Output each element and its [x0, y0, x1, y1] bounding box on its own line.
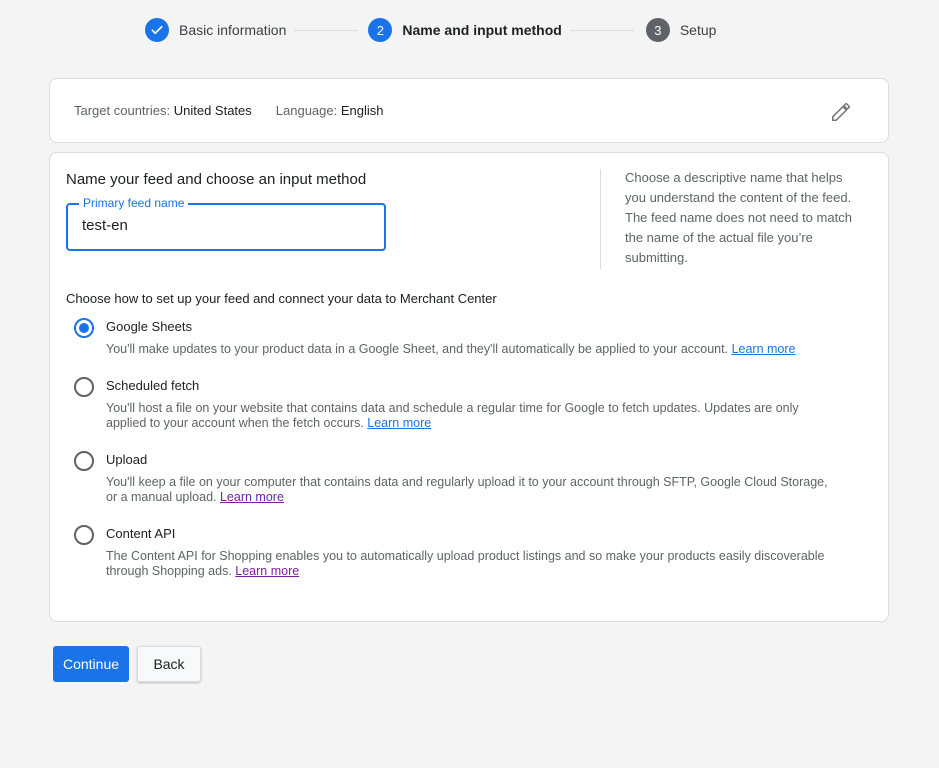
option-label: Content API — [106, 526, 176, 541]
radio-upload[interactable] — [74, 451, 94, 471]
option-description: You'll keep a file on your computer that… — [106, 475, 836, 505]
step-connector — [294, 29, 359, 31]
step-number-badge: 3 — [645, 18, 670, 42]
target-countries-label: Target countries: — [74, 103, 171, 118]
learn-more-link[interactable]: Learn more — [220, 490, 284, 504]
feed-setup-card: Name your feed and choose an input metho… — [49, 152, 889, 622]
option-description-text: The Content API for Shopping enables you… — [106, 549, 825, 578]
step-label: Basic information — [179, 22, 287, 38]
learn-more-link[interactable]: Learn more — [235, 564, 299, 578]
option-description: You'll host a file on your website that … — [106, 401, 836, 431]
step-name-and-input-method: 2 Name and input method — [368, 18, 562, 42]
language-label: Language: — [275, 103, 338, 118]
learn-more-link[interactable]: Learn more — [367, 416, 431, 430]
radio-scheduled-fetch[interactable] — [74, 377, 94, 397]
option-label: Scheduled fetch — [106, 378, 200, 393]
primary-feed-name-label: Primary feed name — [79, 196, 189, 210]
primary-feed-name-input[interactable] — [82, 217, 372, 234]
option-description-text: You'll host a file on your website that … — [106, 401, 799, 430]
summary-card: Target countries: United States Language… — [49, 78, 889, 143]
option-description: You'll make updates to your product data… — [106, 342, 836, 357]
step-setup: 3 Setup — [645, 18, 717, 42]
radio-content-api[interactable] — [74, 525, 94, 545]
option-description: The Content API for Shopping enables you… — [106, 549, 836, 579]
input-method-title: Choose how to set up your feed and conne… — [66, 291, 497, 306]
target-countries-value: United States — [173, 103, 252, 118]
option-description-text: You'll keep a file on your computer that… — [106, 475, 828, 504]
continue-button[interactable]: Continue — [53, 646, 129, 682]
step-connector — [569, 29, 634, 31]
step-basic-information: Basic information — [145, 18, 286, 42]
stepper: Basic information 2 Name and input metho… — [145, 18, 716, 42]
step-number-badge: 2 — [368, 18, 393, 42]
language: Language: English — [276, 103, 384, 118]
summary-row: Target countries: United States Language… — [74, 103, 384, 118]
step-label: Name and input method — [402, 22, 562, 38]
vertical-divider — [600, 169, 601, 269]
primary-feed-name-field[interactable]: Primary feed name — [66, 196, 386, 251]
option-label: Google Sheets — [106, 319, 193, 334]
pencil-icon[interactable] — [830, 101, 852, 123]
feed-name-help-text: Choose a descriptive name that helps you… — [625, 170, 852, 265]
section-title: Name your feed and choose an input metho… — [66, 171, 367, 188]
radio-google-sheets[interactable] — [74, 318, 94, 338]
checkmark-icon — [145, 18, 169, 42]
learn-more-link[interactable]: Learn more — [732, 342, 796, 356]
back-button[interactable]: Back — [137, 646, 201, 682]
step-label: Setup — [679, 22, 717, 38]
option-description-text: You'll make updates to your product data… — [106, 342, 729, 356]
target-countries: Target countries: United States — [74, 103, 252, 118]
option-label: Upload — [106, 452, 148, 467]
language-value: English — [340, 103, 384, 118]
